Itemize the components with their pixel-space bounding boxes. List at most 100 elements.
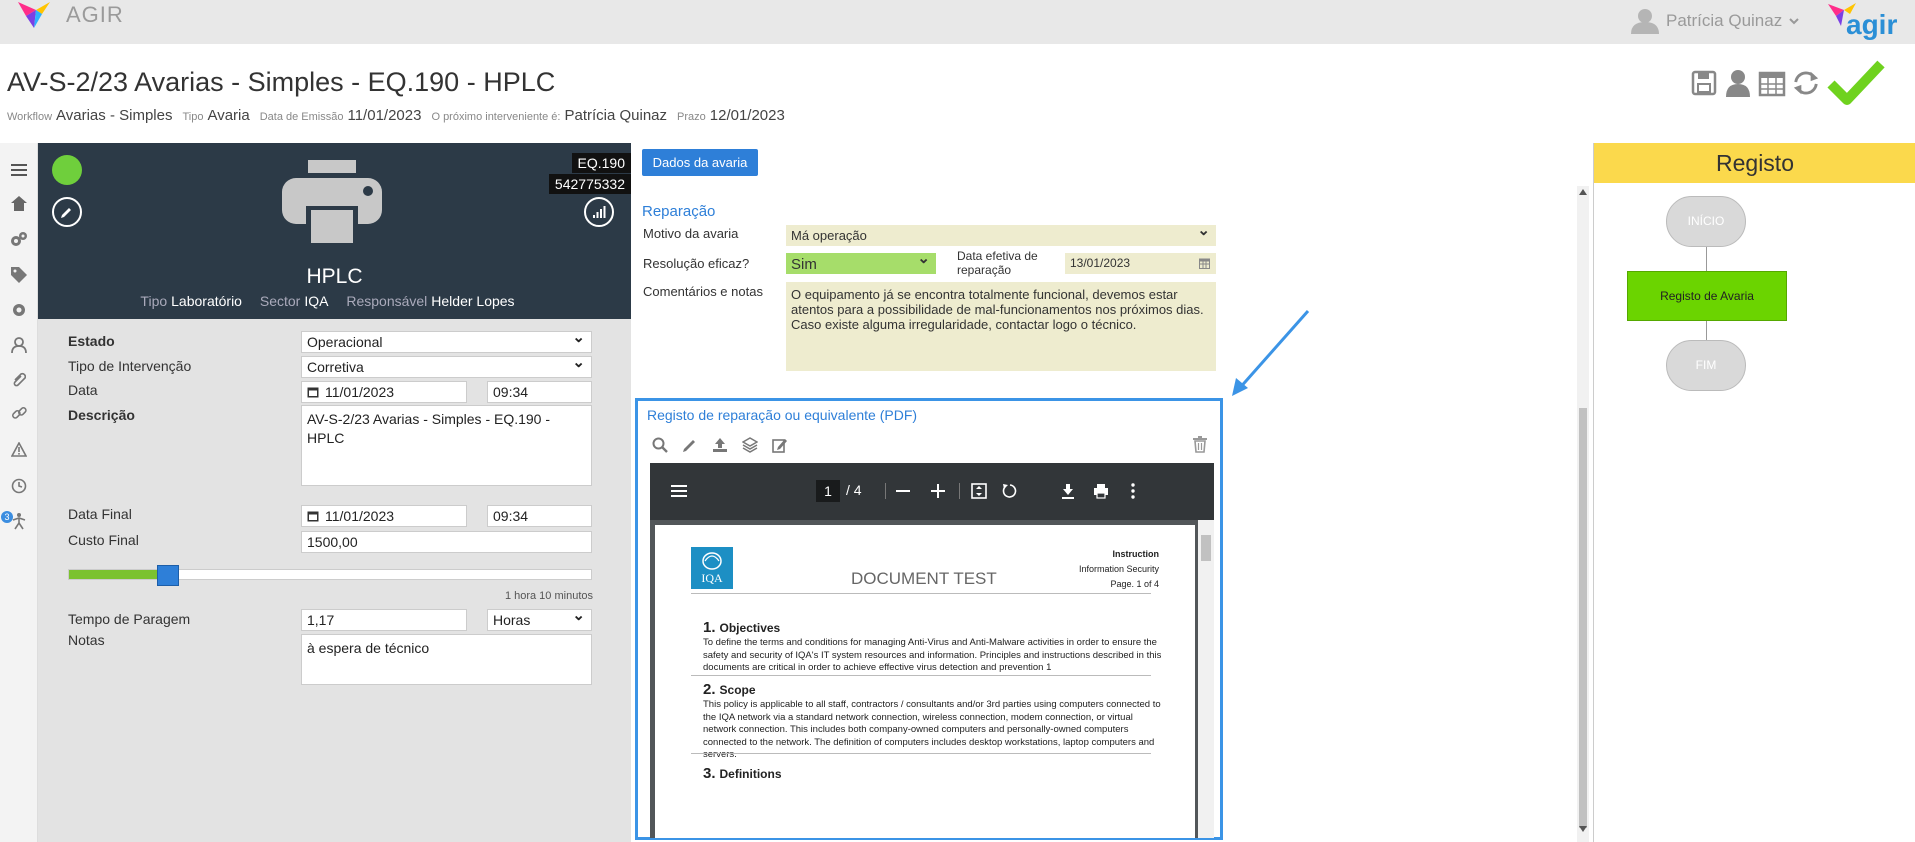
- equipment-code: EQ.190: [571, 153, 631, 173]
- notas-textarea[interactable]: à espera de técnico: [301, 634, 592, 685]
- tags-icon[interactable]: [9, 265, 29, 285]
- pencil-icon[interactable]: [680, 435, 700, 455]
- tipo-intervencao-select[interactable]: Corretiva: [301, 356, 592, 378]
- flow-step-registo[interactable]: Registo de Avaria: [1627, 271, 1787, 321]
- comentarios-textarea[interactable]: O equipamento já se encontra totalmente …: [786, 282, 1216, 371]
- sector-label: Sector: [259, 293, 301, 309]
- calendar-icon: [1199, 258, 1210, 269]
- tempo-unit-select[interactable]: Horas: [487, 609, 592, 631]
- hamburger-icon[interactable]: [668, 480, 690, 502]
- assign-user-button[interactable]: [1724, 68, 1752, 98]
- page-title: AV-S-2/23 Avarias - Simples - EQ.190 - H…: [7, 67, 556, 97]
- save-button[interactable]: [1690, 68, 1718, 98]
- data-date-value: 11/01/2023: [325, 384, 395, 400]
- menu-icon[interactable]: [9, 160, 29, 180]
- flow-end-node[interactable]: FIM: [1666, 340, 1746, 391]
- app-logo-icon[interactable]: [18, 0, 52, 30]
- tab-dados-avaria[interactable]: Dados da avaria: [642, 149, 758, 176]
- zoom-out-icon[interactable]: [892, 480, 914, 502]
- doc-header-right: Instruction Information Security Page. 1…: [1079, 547, 1159, 592]
- intervention-form: Estado Operacional Tipo de Intervenção C…: [38, 319, 631, 842]
- trash-icon[interactable]: [1192, 435, 1212, 455]
- flow-start-node[interactable]: INÍCIO: [1666, 196, 1746, 247]
- meta-label-tipo: Tipo: [182, 111, 204, 123]
- more-options-icon[interactable]: [1122, 480, 1144, 502]
- scroll-down-icon[interactable]: [1579, 826, 1587, 832]
- doc-rule: [691, 593, 1151, 594]
- printer-icon: [282, 160, 382, 246]
- resolucao-label: Resolução eficaz?: [643, 256, 750, 271]
- meta-label-workflow: Workflow: [7, 111, 53, 123]
- app-name: AGIR: [66, 2, 124, 27]
- pdf-panel-title: Registo de reparação ou equivalente (PDF…: [647, 407, 918, 423]
- resolucao-select[interactable]: Sim: [786, 249, 936, 274]
- custo-final-input[interactable]: 1500,00: [301, 531, 592, 553]
- slider-handle[interactable]: [157, 565, 179, 586]
- meta-label-proximo: O próximo interveniente é:: [431, 111, 561, 123]
- middle-scrollbar[interactable]: [1577, 186, 1589, 842]
- data-date-field[interactable]: 11/01/2023: [301, 381, 467, 403]
- upload-icon[interactable]: [710, 435, 730, 455]
- home-icon[interactable]: [9, 193, 29, 213]
- checkmark-icon: [1827, 60, 1885, 105]
- pdf-toolbar: [650, 435, 790, 455]
- descricao-textarea[interactable]: AV-S-2/23 Avarias - Simples - EQ.190 - H…: [301, 405, 592, 486]
- pdf-scrollbar-thumb[interactable]: [1201, 535, 1211, 561]
- signal-button[interactable]: [584, 197, 614, 227]
- pdf-viewer: 1 / 4 IQA DOCUMENT TEST Instruction Info…: [650, 463, 1214, 838]
- scrollbar-thumb[interactable]: [1579, 408, 1587, 828]
- data-efetiva-label: Data efetiva de reparação: [957, 249, 1038, 277]
- save-icon: [1691, 70, 1717, 96]
- link-icon[interactable]: [9, 403, 29, 423]
- page-number-input[interactable]: 1: [816, 480, 840, 502]
- pencil-icon: [61, 208, 71, 218]
- attachment-icon[interactable]: [9, 369, 29, 389]
- data-efetiva-field[interactable]: 13/01/2023: [1065, 253, 1216, 274]
- search-icon[interactable]: [650, 435, 670, 455]
- tempo-paragem-label: Tempo de Paragem: [68, 611, 191, 627]
- edit-box-icon[interactable]: [770, 435, 790, 455]
- data-final-time-field[interactable]: 09:34: [487, 505, 592, 527]
- tipo-value: Laboratório: [171, 293, 242, 309]
- clock-icon[interactable]: [9, 476, 29, 496]
- pdf-scrollbar[interactable]: [1198, 520, 1214, 838]
- meta-value-data-emissao: 11/01/2023: [347, 107, 422, 124]
- descricao-label: Descrição: [68, 407, 135, 423]
- warning-icon[interactable]: [9, 439, 29, 459]
- motivo-select[interactable]: Má operação: [786, 221, 1216, 246]
- estado-select[interactable]: Operacional: [301, 331, 592, 353]
- estado-label: Estado: [68, 333, 115, 349]
- gears-icon[interactable]: [9, 229, 29, 249]
- calendar-button[interactable]: [1758, 68, 1786, 98]
- rotate-icon[interactable]: [998, 480, 1020, 502]
- pdf-attachment-panel: Registo de reparação ou equivalente (PDF…: [635, 398, 1223, 840]
- data-time-field[interactable]: 09:34: [487, 381, 592, 403]
- confirm-button[interactable]: [1826, 60, 1886, 105]
- print-icon[interactable]: [1090, 480, 1112, 502]
- fit-page-icon[interactable]: [968, 480, 990, 502]
- refresh-icon: [1793, 71, 1819, 95]
- slider-caption: 1 hora 10 minutos: [504, 590, 593, 602]
- doc-rule: [691, 753, 1151, 754]
- settings-icon[interactable]: [9, 300, 29, 320]
- download-icon[interactable]: [1057, 480, 1079, 502]
- data-efetiva-value: 13/01/2023: [1070, 256, 1131, 270]
- side-nav-rail: 3: [0, 143, 38, 842]
- svg-text:IQA: IQA: [701, 571, 723, 585]
- tipo-intervencao-label: Tipo de Intervenção: [68, 358, 192, 374]
- signal-bars-icon: [593, 206, 606, 218]
- zoom-in-icon[interactable]: [927, 480, 949, 502]
- chevron-down-icon: [1789, 18, 1799, 25]
- duration-slider[interactable]: [68, 565, 592, 586]
- refresh-button[interactable]: [1792, 68, 1820, 98]
- tempo-paragem-input[interactable]: 1,17: [301, 609, 467, 631]
- edit-equipment-button[interactable]: [52, 197, 82, 227]
- doc-header-line: Information Security: [1078, 564, 1159, 574]
- users-icon[interactable]: [9, 335, 29, 355]
- user-icon: [1726, 70, 1750, 97]
- scroll-up-icon[interactable]: [1579, 189, 1587, 195]
- user-menu[interactable]: Patrícia Quinaz: [1630, 8, 1800, 34]
- data-final-date-field[interactable]: 11/01/2023: [301, 505, 467, 527]
- layers-icon[interactable]: [740, 435, 760, 455]
- responsavel-label: Responsável: [346, 293, 428, 309]
